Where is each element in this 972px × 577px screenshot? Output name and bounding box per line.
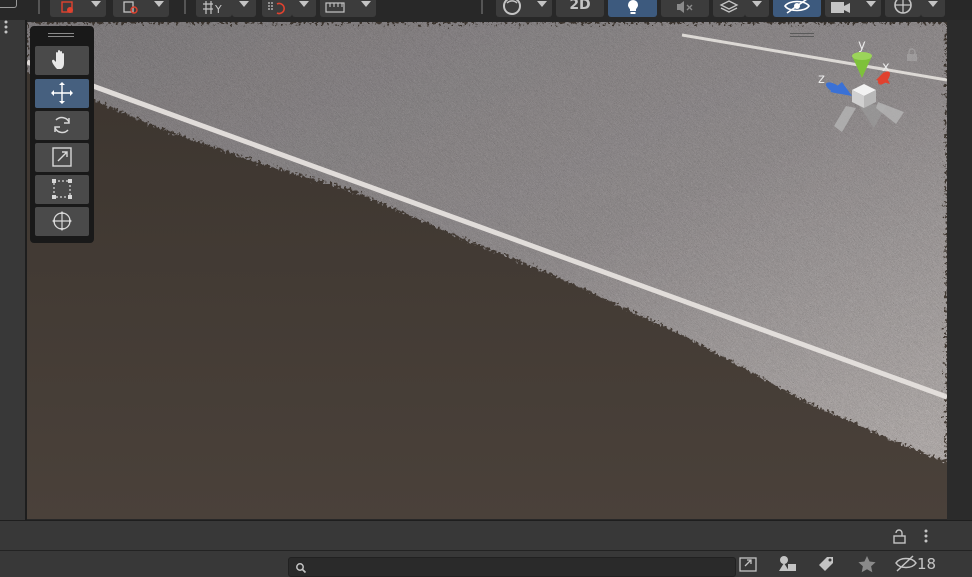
- draw-mode-icon: [503, 0, 521, 15]
- grid-snap-button[interactable]: Y: [196, 0, 232, 17]
- layers-icon: [719, 0, 739, 13]
- left-panel-corner: [0, 0, 17, 8]
- gizmo-y-label: y: [858, 38, 866, 53]
- left-panel-strip: [0, 20, 27, 520]
- chevron-down-icon: [928, 1, 938, 7]
- transform-tool-button[interactable]: [35, 207, 89, 236]
- chevron-down-icon: [91, 1, 101, 7]
- scale-icon: [52, 147, 72, 167]
- pivot-icon: [123, 1, 138, 14]
- 2d-label: 2D: [569, 0, 591, 13]
- gizmo-overlay-grip[interactable]: [790, 33, 814, 37]
- search-icon: [296, 563, 307, 574]
- audio-mute-icon: [677, 1, 693, 13]
- lighting-toggle[interactable]: [608, 0, 657, 17]
- gizmos-dropdown[interactable]: [921, 0, 945, 17]
- scene-visibility-icon: [784, 0, 810, 14]
- toolbar-separator: [38, 0, 40, 14]
- gizmo-lock-icon[interactable]: [906, 48, 918, 62]
- tools-overlay: [30, 26, 94, 243]
- pivot-dropdown[interactable]: [113, 0, 169, 17]
- chevron-down-icon: [361, 1, 371, 7]
- chevron-down-icon: [752, 1, 762, 7]
- more-options-icon[interactable]: [923, 529, 929, 545]
- filter-by-label-icon[interactable]: [816, 555, 838, 573]
- viewport-right-gutter: [947, 20, 972, 520]
- tools-overlay-grip[interactable]: [48, 33, 74, 37]
- chevron-down-icon: [299, 1, 309, 7]
- scale-tool-button[interactable]: [35, 143, 89, 172]
- scene-view-render: [27, 22, 947, 519]
- filter-by-type-icon[interactable]: [777, 555, 799, 573]
- grid-snap-icon: Y: [203, 1, 222, 16]
- rotate-icon: [54, 116, 70, 134]
- transform-gizmo-dropdown[interactable]: [50, 0, 106, 17]
- chevron-down-icon: [866, 1, 876, 7]
- increment-snap-icon: [268, 2, 285, 15]
- gizmo-x-label: x: [882, 60, 890, 75]
- toolbar-separator: [184, 0, 186, 14]
- search-field[interactable]: [288, 557, 736, 577]
- chevron-down-icon: [154, 1, 164, 7]
- increment-snap-dropdown[interactable]: [292, 0, 316, 17]
- search-input[interactable]: [311, 559, 735, 577]
- rect-tool-button[interactable]: [35, 175, 89, 204]
- ruler-icon: [325, 2, 345, 13]
- lighting-icon: [628, 0, 638, 14]
- move-tool-button[interactable]: [35, 79, 89, 108]
- gizmo-z-label: z: [818, 72, 825, 87]
- scene-toolbar: Y 2D: [0, 0, 972, 20]
- chevron-down-icon: [239, 1, 249, 7]
- svg-text:Y: Y: [214, 3, 222, 16]
- toolbar-separator: [481, 0, 483, 14]
- more-options-icon[interactable]: [3, 20, 9, 36]
- hidden-packages-icon[interactable]: [895, 555, 917, 573]
- grid-snap-dropdown[interactable]: [232, 0, 256, 17]
- hand-icon: [52, 50, 64, 69]
- gizmos-icon: [894, 0, 912, 14]
- transform-icon: [52, 211, 72, 231]
- gizmo-transform-icon: [61, 1, 73, 13]
- scene-viewport[interactable]: [27, 22, 947, 519]
- project-toolbar: 18: [0, 550, 972, 577]
- audio-mute-toggle[interactable]: [661, 0, 709, 17]
- layers-dropdown[interactable]: [745, 0, 769, 17]
- camera-dropdown[interactable]: [825, 0, 881, 17]
- 2d-toggle-button[interactable]: 2D: [556, 0, 604, 17]
- ruler-dropdown[interactable]: [320, 0, 376, 17]
- search-by-type-icon[interactable]: [738, 555, 760, 573]
- hidden-packages-count: 18: [917, 555, 937, 573]
- rect-transform-icon: [52, 179, 72, 199]
- rotate-tool-button[interactable]: [35, 111, 89, 140]
- lock-icon[interactable]: [893, 529, 907, 544]
- camera-icon: [831, 2, 850, 13]
- gizmos-button[interactable]: [885, 0, 921, 17]
- move-icon: [51, 82, 73, 104]
- layers-toggle[interactable]: [713, 0, 745, 17]
- draw-mode-dropdown[interactable]: [496, 0, 552, 17]
- scene-visibility-toggle[interactable]: [773, 0, 821, 17]
- favorites-star-icon[interactable]: [856, 555, 878, 573]
- chevron-down-icon: [537, 1, 547, 7]
- hand-tool-button[interactable]: [35, 46, 89, 75]
- increment-snap-button[interactable]: [262, 0, 292, 17]
- panel-header-bar: [0, 520, 972, 553]
